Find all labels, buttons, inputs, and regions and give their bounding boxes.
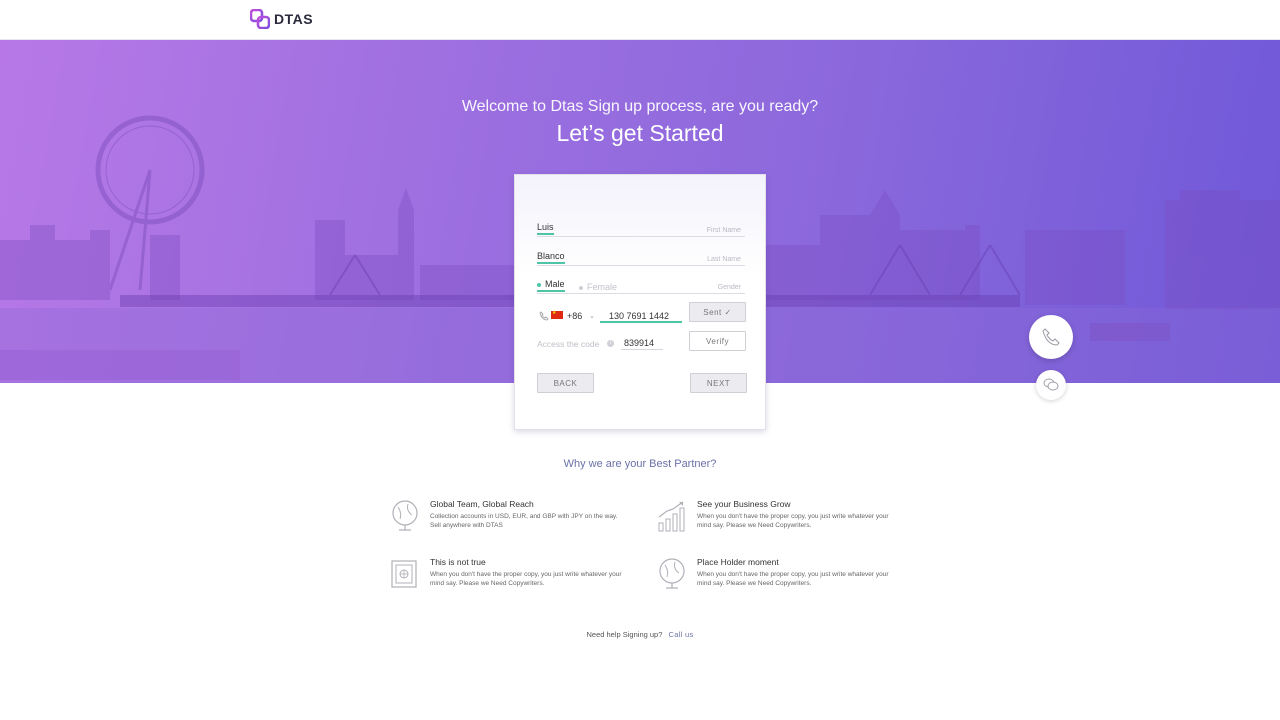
- feature-item: This is not true When you don't have the…: [390, 557, 640, 597]
- safe-icon: [391, 560, 417, 588]
- access-code-row: Access the code i 839914: [537, 338, 687, 352]
- gender-option-male[interactable]: Male: [537, 279, 565, 292]
- call-fab-button[interactable]: [1029, 315, 1073, 359]
- gender-option-female[interactable]: Female: [579, 282, 617, 292]
- gender-label: Gender: [717, 284, 741, 291]
- country-code[interactable]: +86: [567, 311, 582, 321]
- access-code-input[interactable]: 839914: [621, 338, 663, 350]
- help-text: Need help Signing up?: [586, 630, 663, 639]
- verify-button[interactable]: Verify: [689, 331, 746, 351]
- chevron-down-icon[interactable]: ⌄: [589, 312, 595, 320]
- back-button[interactable]: BACK: [537, 373, 594, 393]
- globe-icon: [659, 558, 685, 589]
- access-code-label: Access the code: [537, 339, 600, 349]
- radio-unselected-icon: [579, 285, 583, 290]
- feature-description: When you don't have the proper copy, you…: [430, 571, 622, 587]
- feature-item: Place Holder moment When you don't have …: [657, 557, 907, 597]
- last-name-value: Blanco: [537, 251, 565, 264]
- first-name-value: Luis: [537, 222, 554, 235]
- last-name-label: Last Name: [707, 256, 741, 263]
- next-button[interactable]: NEXT: [690, 373, 747, 393]
- feature-title: This is not true: [430, 557, 486, 567]
- signup-form-card: Luis First Name Blanco Last Name Male Fe…: [514, 174, 766, 430]
- radio-selected-icon: [537, 282, 541, 287]
- feature-title: See your Business Grow: [697, 499, 791, 509]
- feature-item: Global Team, Global Reach Collection acc…: [390, 499, 640, 539]
- feature-title: Global Team, Global Reach: [430, 499, 534, 509]
- help-footer: Need help Signing up? Call us: [0, 630, 1280, 639]
- dtas-logo-icon: [250, 9, 270, 29]
- phone-icon: [539, 311, 549, 321]
- gender-field: Male Female Gender: [537, 278, 745, 294]
- call-us-link[interactable]: Call us: [668, 630, 693, 639]
- first-name-label: First Name: [706, 227, 741, 234]
- top-header: DTAS: [0, 0, 1280, 40]
- brand-logo[interactable]: DTAS: [250, 9, 313, 29]
- globe-icon: [392, 500, 418, 531]
- china-flag-icon[interactable]: ★: [551, 310, 563, 319]
- brand-name: DTAS: [274, 11, 314, 27]
- phone-icon: [1042, 328, 1060, 346]
- info-icon[interactable]: i: [607, 340, 614, 347]
- feature-description: When you don't have the proper copy, you…: [697, 513, 889, 529]
- chat-bubble-icon: [1043, 378, 1059, 391]
- sent-button[interactable]: Sent ✓: [689, 302, 746, 322]
- feature-item: See your Business Grow When you don't ha…: [657, 499, 907, 539]
- chat-fab-button[interactable]: [1036, 370, 1066, 400]
- last-name-field[interactable]: Blanco Last Name: [537, 250, 745, 266]
- phone-number-input[interactable]: 130 7691 1442: [600, 309, 682, 323]
- partner-section-title: Why we are your Best Partner?: [563, 458, 717, 470]
- growth-chart-icon: [658, 501, 685, 532]
- hero-subtitle: Welcome to Dtas Sign up process, are you…: [461, 98, 819, 115]
- feature-description: Collection accounts in USD, EUR, and GBP…: [430, 513, 618, 529]
- hero-title: Let’s get Started: [556, 120, 724, 146]
- first-name-field[interactable]: Luis First Name: [537, 221, 745, 237]
- feature-description: When you don't have the proper copy, you…: [697, 571, 889, 587]
- feature-title: Place Holder moment: [697, 557, 779, 567]
